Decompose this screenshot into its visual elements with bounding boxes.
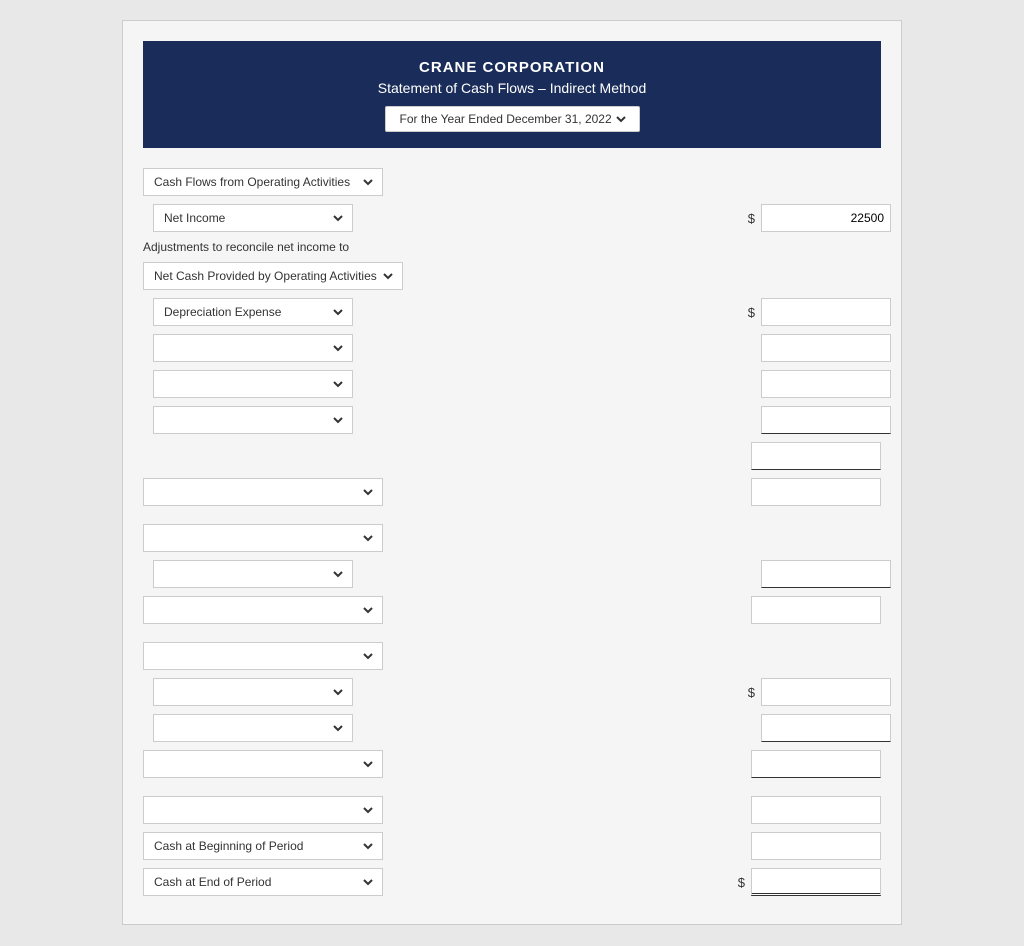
sub-row-2 [143, 596, 881, 624]
invest-row-1: $ [153, 678, 891, 706]
sub-dropdown-1[interactable] [153, 560, 353, 588]
cash-end-select[interactable]: Cash at End of Period [150, 874, 376, 890]
empty-row-1 [153, 334, 891, 362]
net-income-select[interactable]: Net Income [160, 210, 346, 226]
cash-beginning-input[interactable] [751, 832, 881, 860]
net-income-dropdown[interactable]: Net Income [153, 204, 353, 232]
empty-input-1[interactable] [761, 334, 891, 362]
empty-input-3[interactable] [761, 406, 891, 434]
net-income-input[interactable] [761, 204, 891, 232]
invest-input-1[interactable] [761, 678, 891, 706]
empty-select-3[interactable] [160, 412, 346, 428]
section-select-2[interactable] [150, 530, 376, 546]
sub-select-2[interactable] [150, 602, 376, 618]
net-cash-dropdown[interactable]: Net Cash Provided by Operating Activitie… [143, 262, 403, 290]
depreciation-input[interactable] [761, 298, 891, 326]
net-income-row: Net Income $ [153, 204, 891, 232]
statement-title: Statement of Cash Flows – Indirect Metho… [163, 80, 861, 96]
adjustments-label: Adjustments to reconcile net income to [143, 240, 881, 254]
company-name: CRANE CORPORATION [163, 59, 861, 76]
period-selector[interactable]: For the Year Ended December 31, 2022 [385, 106, 640, 132]
sub-row-1 [153, 560, 891, 588]
subtotal-row-1 [143, 442, 881, 470]
invest-subtotal-select[interactable] [150, 756, 376, 772]
empty-dropdown-1[interactable] [153, 334, 353, 362]
invest-row-2 [153, 714, 891, 742]
section-input-1[interactable] [751, 478, 881, 506]
section-dropdown-2[interactable] [143, 524, 383, 552]
sub-select-1[interactable] [160, 566, 346, 582]
period-dropdown[interactable]: For the Year Ended December 31, 2022 [396, 111, 629, 127]
net-change-input[interactable] [751, 796, 881, 824]
section-dropdown-3[interactable] [143, 642, 383, 670]
report-header: CRANE CORPORATION Statement of Cash Flow… [143, 41, 881, 148]
net-change-row [143, 796, 881, 824]
section-select-1[interactable] [150, 484, 376, 500]
sub-input-1[interactable] [761, 560, 891, 588]
cash-end-input[interactable] [751, 868, 881, 896]
invest-select-2[interactable] [160, 720, 346, 736]
invest-subtotal-row [143, 750, 881, 778]
empty-select-1[interactable] [160, 340, 346, 356]
cash-end-dollar: $ [738, 875, 745, 890]
invest-dropdown-1[interactable] [153, 678, 353, 706]
cash-beginning-row: Cash at Beginning of Period [143, 832, 881, 860]
section-dropdown-1[interactable] [143, 478, 383, 506]
section-row-2 [143, 524, 881, 552]
subtotal-input-1[interactable] [751, 442, 881, 470]
depreciation-dollar: $ [748, 305, 755, 320]
invest-select-1[interactable] [160, 684, 346, 700]
cash-end-row: Cash at End of Period $ [143, 868, 881, 896]
empty-select-2[interactable] [160, 376, 346, 392]
net-income-dollar: $ [748, 211, 755, 226]
sub-dropdown-2[interactable] [143, 596, 383, 624]
depreciation-select[interactable]: Depreciation Expense [160, 304, 346, 320]
empty-row-2 [153, 370, 891, 398]
operating-activities-select[interactable]: Cash Flows from Operating Activities [150, 174, 376, 190]
invest-subtotal-input[interactable] [751, 750, 881, 778]
invest-input-2[interactable] [761, 714, 891, 742]
net-cash-select[interactable]: Net Cash Provided by Operating Activitie… [150, 268, 396, 284]
sub-input-2[interactable] [751, 596, 881, 624]
cash-end-dropdown[interactable]: Cash at End of Period [143, 868, 383, 896]
invest-dropdown-2[interactable] [153, 714, 353, 742]
depreciation-row: Depreciation Expense $ [153, 298, 891, 326]
section-row-3 [143, 642, 881, 670]
depreciation-dropdown[interactable]: Depreciation Expense [153, 298, 353, 326]
empty-row-3 [153, 406, 891, 434]
section-select-3[interactable] [150, 648, 376, 664]
net-cash-row: Net Cash Provided by Operating Activitie… [143, 262, 881, 290]
cash-beginning-dropdown[interactable]: Cash at Beginning of Period [143, 832, 383, 860]
operating-activities-row: Cash Flows from Operating Activities [143, 168, 881, 196]
invest-subtotal-dropdown[interactable] [143, 750, 383, 778]
empty-dropdown-2[interactable] [153, 370, 353, 398]
net-change-select[interactable] [150, 802, 376, 818]
section-row-1 [143, 478, 881, 506]
net-change-dropdown[interactable] [143, 796, 383, 824]
empty-dropdown-3[interactable] [153, 406, 353, 434]
operating-activities-dropdown[interactable]: Cash Flows from Operating Activities [143, 168, 383, 196]
invest-dollar-1: $ [748, 685, 755, 700]
cash-beginning-select[interactable]: Cash at Beginning of Period [150, 838, 376, 854]
empty-input-2[interactable] [761, 370, 891, 398]
